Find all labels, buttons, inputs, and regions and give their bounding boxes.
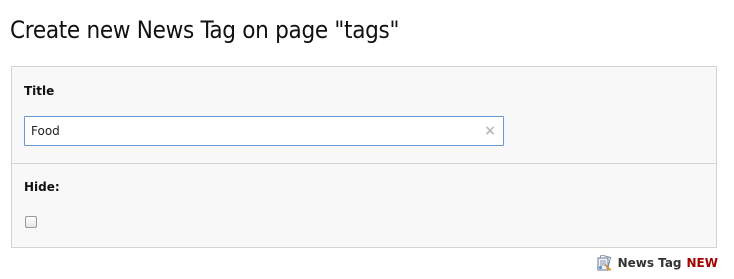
hide-section: Hide:: [12, 164, 716, 248]
news-tag-icon: [596, 255, 612, 271]
title-input[interactable]: [31, 123, 471, 139]
record-status-badge: NEW: [686, 256, 718, 270]
form-panel: Title × Hide:: [11, 66, 717, 248]
record-info: News Tag NEW: [596, 255, 718, 271]
hide-checkbox[interactable]: [25, 216, 37, 228]
hide-label: Hide:: [24, 180, 60, 194]
title-input-wrapper[interactable]: ×: [24, 116, 504, 146]
record-type: News Tag: [617, 256, 682, 270]
title-label: Title: [24, 84, 55, 98]
clear-icon[interactable]: ×: [484, 122, 496, 140]
title-section: Title ×: [12, 67, 716, 164]
page-title: Create new News Tag on page "tags": [10, 16, 400, 44]
